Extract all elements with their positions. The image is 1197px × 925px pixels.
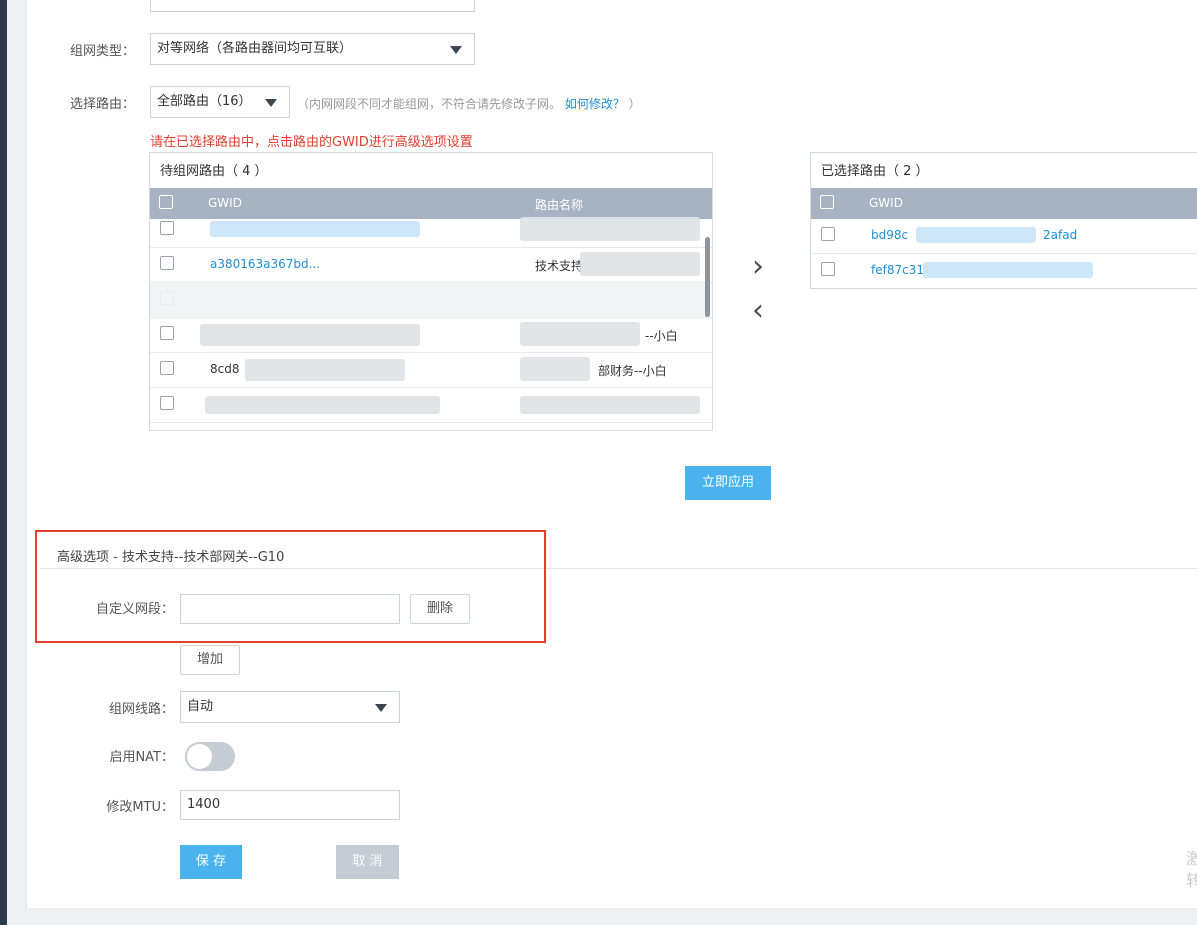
col-router-name: 路由名称	[535, 198, 584, 212]
redacted-name	[580, 252, 700, 276]
table-row[interactable]: a380163a367bd... 技术支持	[150, 248, 712, 283]
nat-toggle[interactable]	[185, 742, 235, 771]
nat-label: 启用NAT：	[109, 750, 174, 765]
redacted-gwid	[923, 262, 1093, 278]
cancel-button[interactable]: 取 消	[336, 845, 399, 879]
left-nav-rail	[0, 0, 7, 925]
hint-tail: ）	[628, 97, 641, 111]
mtu-input[interactable]: 1400	[180, 790, 400, 820]
redacted-name	[520, 322, 640, 346]
select-router-select[interactable]: 全部路由（16）	[150, 86, 290, 118]
redacted-gwid	[200, 324, 420, 346]
selected-table-title: 已选择路由（ 2 ）	[821, 164, 929, 179]
row-gwid[interactable]: 8cd8	[210, 362, 239, 376]
select-router-value: 全部路由（16）	[157, 94, 252, 109]
redacted-gwid	[245, 359, 405, 381]
row-gwid-start[interactable]: bd98c	[871, 228, 908, 242]
network-type-value: 对等网络（各路由器间均可互联）	[157, 41, 353, 56]
move-left-arrow-icon[interactable]: ‹	[752, 296, 764, 326]
table-row[interactable]	[150, 388, 712, 423]
row-checkbox[interactable]	[821, 262, 835, 276]
redacted-gwid	[210, 221, 420, 237]
pending-table-body: a380163a367bd... 技术支持 --小白 8cd8 部财务--小白	[150, 213, 712, 423]
row-checkbox[interactable]	[821, 227, 835, 241]
pending-table-title: 待组网路由（ 4 ）	[160, 164, 268, 179]
row-gwid-end[interactable]: 2afad	[1043, 228, 1077, 242]
selected-table-header: GWID	[811, 188, 1197, 219]
hint-text: （内网网段不同才能组网，不符合请先修改子网。	[297, 97, 562, 111]
row-checkbox[interactable]	[160, 256, 174, 270]
select-all-checkbox[interactable]	[820, 195, 834, 209]
row-checkbox[interactable]	[160, 396, 174, 410]
move-right-arrow-icon[interactable]: ›	[752, 252, 764, 282]
col-gwid: GWID	[869, 196, 903, 210]
corner-text-1: 激	[1186, 849, 1197, 868]
table-row[interactable]: bd98c 2afad	[811, 219, 1197, 254]
table-row[interactable]	[150, 213, 712, 248]
pending-routers-table: 待组网路由（ 4 ） GWID 路由名称 a380163a367bd... 技术…	[149, 152, 713, 431]
redacted-name	[520, 217, 700, 241]
select-all-checkbox[interactable]	[159, 195, 173, 209]
row-router-name: --小白	[645, 329, 678, 343]
chevron-down-icon	[375, 704, 387, 712]
row-gwid-start[interactable]: fef87c31	[871, 263, 924, 277]
row-checkbox[interactable]	[160, 221, 174, 235]
how-to-modify-link[interactable]: 如何修改？	[565, 97, 625, 111]
col-gwid: GWID	[208, 196, 242, 210]
name-input-partial[interactable]	[150, 0, 475, 12]
select-router-label: 选择路由：	[69, 97, 135, 112]
selected-routers-table: 已选择路由（ 2 ） GWID bd98c 2afad fef87c31	[810, 152, 1197, 289]
network-type-label: 组网类型：	[69, 44, 135, 59]
table-scrollbar[interactable]	[705, 237, 710, 317]
table-row[interactable]: 8cd8 部财务--小白	[150, 353, 712, 388]
mtu-label: 修改MTU：	[106, 800, 174, 815]
toggle-knob	[187, 744, 212, 769]
save-button[interactable]: 保 存	[180, 845, 242, 879]
table-row[interactable]	[150, 283, 712, 318]
gwid-warning: 请在已选择路由中，点击路由的GWID进行高级选项设置	[150, 135, 473, 150]
apply-now-button[interactable]: 立即应用	[685, 466, 771, 500]
line-value: 自动	[187, 699, 214, 714]
add-segment-button[interactable]: 增加	[180, 645, 240, 675]
redacted-name	[520, 396, 700, 414]
redacted-gwid	[916, 227, 1036, 243]
table-row[interactable]: --小白	[150, 318, 712, 353]
corner-text-2: 转	[1186, 871, 1197, 890]
line-label: 组网线路：	[108, 702, 174, 717]
redacted-row	[150, 283, 710, 317]
redacted-gwid	[205, 396, 440, 414]
row-gwid[interactable]: a380163a367bd...	[210, 257, 320, 271]
corner-watermark: 激 转	[1186, 848, 1197, 892]
table-row[interactable]: fef87c31	[811, 254, 1197, 288]
network-type-select[interactable]: 对等网络（各路由器间均可互联）	[150, 33, 475, 65]
row-checkbox[interactable]	[160, 361, 174, 375]
row-checkbox[interactable]	[160, 326, 174, 340]
subnet-hint: （内网网段不同才能组网，不符合请先修改子网。 如何修改？ ）	[297, 95, 641, 112]
highlight-box	[35, 530, 546, 643]
chevron-down-icon	[265, 99, 277, 107]
redacted-name	[520, 357, 590, 381]
line-select[interactable]: 自动	[180, 691, 400, 723]
row-router-name: 部财务--小白	[598, 364, 667, 378]
row-router-name: 技术支持	[535, 259, 584, 273]
chevron-down-icon	[450, 46, 462, 54]
